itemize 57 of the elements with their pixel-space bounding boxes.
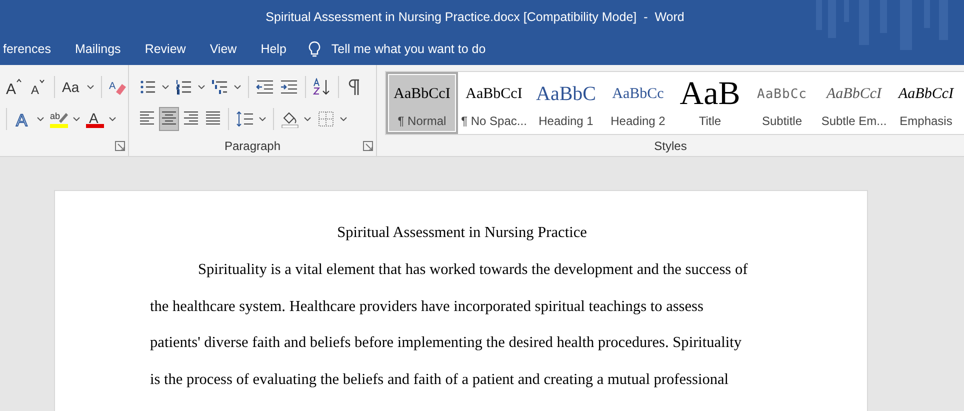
style-gallery-item[interactable]: AaBbCcI ¶ Normal <box>386 72 458 134</box>
caret-icon <box>234 85 241 89</box>
line-spacing-icon <box>236 110 254 128</box>
launcher-icon <box>115 141 125 151</box>
style-preview: AaBbCcI <box>898 84 954 104</box>
style-preview: AaBbC <box>536 82 596 106</box>
ribbon-tab[interactable]: Mailings <box>62 33 133 65</box>
increase-indent-icon <box>280 78 298 96</box>
group-label: Styles <box>653 138 688 154</box>
ribbon-tab[interactable]: Help <box>248 33 298 65</box>
change-case-icon: Aa <box>62 78 82 96</box>
caret-icon <box>304 117 311 121</box>
bullet-list-icon <box>139 78 157 96</box>
style-gallery-item[interactable]: AaBbCcI ¶ No Spac... <box>458 72 530 134</box>
caret-icon <box>86 85 94 89</box>
caret-icon <box>259 117 266 121</box>
dialog-launcher-button[interactable] <box>115 141 125 151</box>
group-label: Paragraph <box>223 138 282 155</box>
multilevel-list-icon <box>211 78 229 96</box>
style-preview: AaBbCcI <box>826 84 882 104</box>
change-case-button[interactable]: Aa <box>60 75 96 99</box>
style-gallery-item[interactable]: AaB Title <box>674 72 746 134</box>
sort-icon <box>313 78 331 96</box>
font-color-button[interactable]: A <box>84 107 118 131</box>
style-gallery-item[interactable]: AaBbCcI Subtle Em... <box>818 72 890 134</box>
tell-me-field[interactable]: Tell me what you want to do <box>308 40 486 58</box>
decrease-indent-icon <box>256 78 274 96</box>
style-gallery-item[interactable]: AaBbCc Heading 2 <box>602 72 674 134</box>
caret-icon <box>37 117 44 121</box>
caret-icon <box>198 85 205 89</box>
highlight-color-button[interactable]: ab <box>48 107 82 131</box>
style-preview: AaBbCcI <box>466 84 522 104</box>
text-effects-icon: A <box>14 110 32 128</box>
style-preview: AaBbCc <box>757 86 807 104</box>
style-preview: AaBbCcI <box>394 84 450 104</box>
caret-icon <box>340 117 347 121</box>
style-preview: AaB <box>680 80 740 108</box>
body-paragraph: Spirituality is a vital element that has worked towards the development and the success of the healthcare system. Healthcare providers have incorporated spiritual teachings to assess patients' diverse faith and beliefs before implementing the desired health procedures. Spirituality is the process of evaluating the beliefs and faith of a patient and creating a mutual professional <box>150 260 749 390</box>
lightbulb-icon <box>308 40 322 58</box>
caret-icon <box>73 117 80 121</box>
window-title: Spiritual Assessment in Nursing Practice.docx [Compatibility Mode] - Word <box>266 10 684 24</box>
style-gallery-item[interactable]: AaBbCcI Emphasis <box>890 72 962 134</box>
ribbon-tab[interactable]: View <box>198 33 249 65</box>
ribbon-tab[interactable]: ferences <box>0 33 63 65</box>
caret-icon <box>109 117 116 121</box>
caret-icon <box>162 85 169 89</box>
numbered-list-icon <box>175 78 193 96</box>
paint-bucket-icon <box>281 110 299 128</box>
ribbon-tab[interactable]: Review <box>132 33 198 65</box>
style-gallery-item[interactable]: AaBbCc Subtitle <box>746 72 818 134</box>
style-gallery-item[interactable]: AaBbC Heading 1 <box>530 72 602 134</box>
style-preview: AaBbCc <box>612 84 664 104</box>
borders-icon <box>317 110 335 128</box>
dialog-launcher-button[interactable] <box>363 141 373 151</box>
document-title: Spiritual Assessment in Nursing Practice <box>336 224 588 242</box>
align-center-button[interactable] <box>159 107 179 131</box>
launcher-icon <box>363 141 373 151</box>
